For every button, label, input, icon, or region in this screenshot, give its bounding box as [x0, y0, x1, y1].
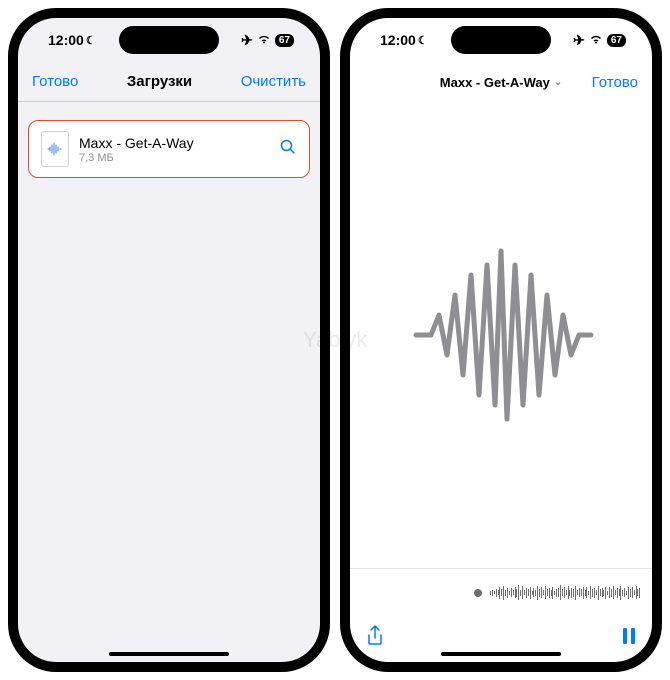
status-bar: 12:00 ☾ ✈ 67 — [18, 18, 320, 62]
dnd-moon-icon: ☾ — [86, 34, 96, 47]
page-title: Загрузки — [127, 73, 192, 90]
airplane-icon: ✈ — [573, 32, 585, 49]
file-name: Maxx - Get-A-Way — [79, 135, 269, 151]
progress-area[interactable] — [350, 568, 652, 616]
file-info: Maxx - Get-A-Way 7,3 МБ — [79, 135, 269, 164]
clear-button[interactable]: Очистить — [241, 73, 306, 90]
status-time: 12:00 — [48, 32, 84, 48]
battery-indicator: 67 — [607, 34, 626, 47]
status-bar: 12:00 ☾ ✈ 67 — [350, 18, 652, 62]
home-indicator — [109, 652, 229, 656]
player-body — [350, 102, 652, 568]
nav-bar: Maxx - Get-A-Way ⌄ Готово — [350, 62, 652, 102]
status-time: 12:00 — [380, 32, 416, 48]
phone-frame-right: 12:00 ☾ ✈ 67 Maxx - Get-A-Way ⌄ Готово — [340, 8, 662, 672]
progress-handle[interactable] — [474, 589, 482, 597]
done-button[interactable]: Готово — [592, 74, 638, 91]
wifi-icon — [589, 32, 603, 48]
chevron-down-icon: ⌄ — [554, 77, 562, 88]
done-button[interactable]: Готово — [32, 73, 78, 90]
mini-waveform — [490, 578, 640, 608]
pause-button[interactable] — [622, 627, 636, 651]
phone-frame-left: 12:00 ☾ ✈ 67 Готово Загрузки Очистить — [8, 8, 330, 672]
download-item[interactable]: Maxx - Get-A-Way 7,3 МБ — [28, 120, 310, 178]
player-screen: 12:00 ☾ ✈ 67 Maxx - Get-A-Way ⌄ Готово — [350, 18, 652, 662]
file-size: 7,3 МБ — [79, 152, 269, 164]
waveform-icon — [401, 245, 601, 425]
magnifier-icon[interactable] — [279, 138, 297, 161]
nav-bar: Готово Загрузки Очистить — [18, 62, 320, 102]
wifi-icon — [257, 32, 271, 48]
airplane-icon: ✈ — [241, 32, 253, 49]
downloads-list: Maxx - Get-A-Way 7,3 МБ — [18, 102, 320, 196]
track-title-dropdown[interactable]: Maxx - Get-A-Way ⌄ — [440, 75, 562, 90]
downloads-screen: 12:00 ☾ ✈ 67 Готово Загрузки Очистить — [18, 18, 320, 662]
share-button[interactable] — [366, 625, 384, 653]
home-indicator — [441, 652, 561, 656]
audio-file-icon — [41, 131, 69, 167]
battery-indicator: 67 — [275, 34, 294, 47]
dnd-moon-icon: ☾ — [418, 34, 428, 47]
